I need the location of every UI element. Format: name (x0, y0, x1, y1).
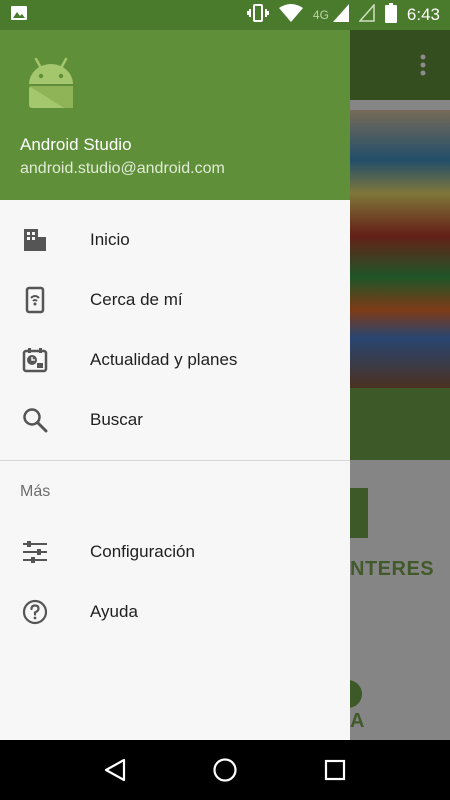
menu-item-label: Buscar (90, 410, 143, 429)
sliders-icon (20, 537, 50, 567)
menu-divider (0, 460, 350, 461)
status-time: 6:43 (406, 5, 440, 24)
signal-icon (332, 3, 349, 27)
account-name: Android Studio (20, 135, 132, 154)
help-icon (20, 597, 50, 627)
section-title-mas: Más (20, 483, 51, 500)
menu-item-ayuda[interactable]: Ayuda (0, 582, 350, 642)
menu-item-label: Ayuda (90, 602, 138, 621)
android-logo-icon (24, 56, 78, 110)
menu-item-inicio[interactable]: Inicio (0, 210, 350, 270)
calendar-clock-icon (20, 345, 50, 375)
menu-item-label: Configuración (90, 542, 195, 561)
recents-icon[interactable] (315, 750, 355, 790)
battery-icon (384, 2, 397, 28)
menu-item-actualidad-y-planes[interactable]: Actualidad y planes (0, 330, 350, 390)
wifi-icon (278, 3, 303, 27)
menu-item-label: Cerca de mí (90, 290, 183, 309)
navigation-drawer: Android Studio android.studio@android.co… (0, 0, 350, 740)
account-email: android.studio@android.com (20, 160, 225, 177)
system-nav-bar (0, 740, 450, 800)
home-building-icon (20, 225, 50, 255)
menu-item-cerca-de-mi[interactable]: Cerca de mí (0, 270, 350, 330)
home-icon[interactable] (205, 750, 245, 790)
search-icon (20, 405, 50, 435)
drawer-header: Android Studio android.studio@android.co… (0, 30, 350, 200)
vibrate-icon (246, 3, 269, 28)
image-notification-icon (10, 4, 28, 27)
status-bar: 4G 6:43 (0, 0, 450, 30)
menu-item-label: Inicio (90, 230, 130, 249)
signal-empty-icon (358, 2, 375, 27)
menu-item-configuracion[interactable]: Configuración (0, 522, 350, 582)
back-icon[interactable] (95, 750, 135, 790)
menu-item-buscar[interactable]: Buscar (0, 390, 350, 450)
menu-item-label: Actualidad y planes (90, 350, 238, 369)
phone-nearby-icon (20, 285, 50, 315)
network-type: 4G (312, 8, 329, 22)
